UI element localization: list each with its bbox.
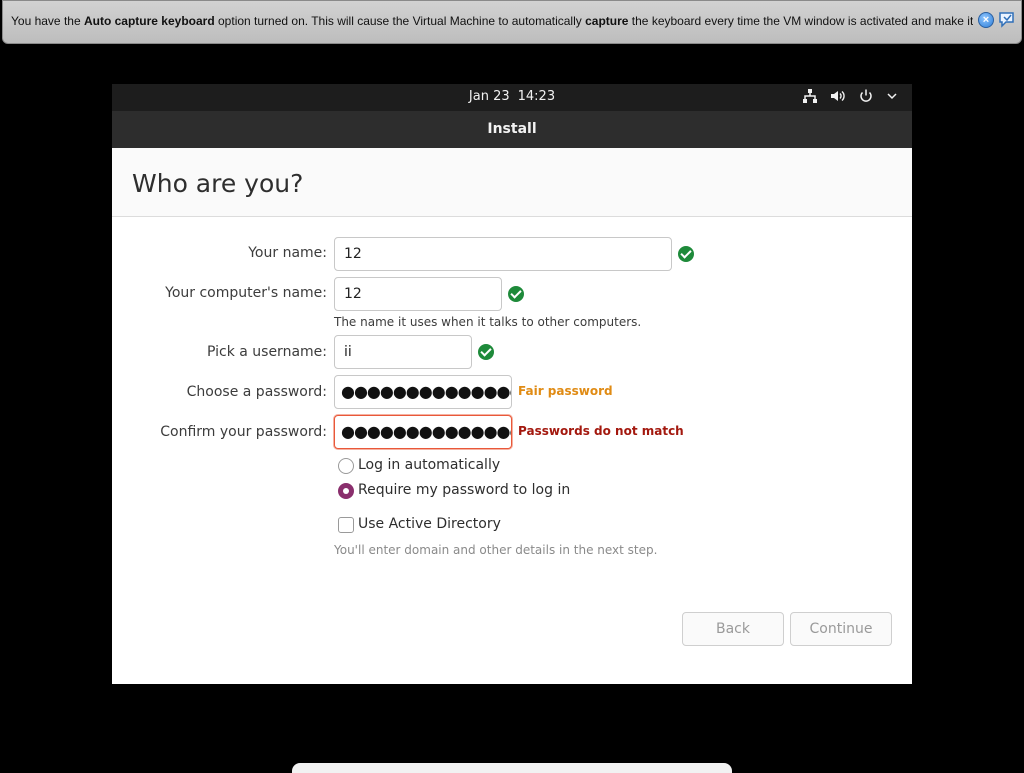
window-title: Install xyxy=(112,111,912,148)
require-password-label[interactable]: Require my password to log in xyxy=(358,482,570,498)
clock[interactable]: Jan 23 14:23 xyxy=(112,89,912,104)
confirm-password-input[interactable]: ●●●●●●●●●●●●●● xyxy=(334,415,512,449)
chevron-down-icon[interactable] xyxy=(886,90,898,102)
active-directory-note: You'll enter domain and other details in… xyxy=(334,543,658,557)
computer-name-label: Your computer's name: xyxy=(165,285,327,301)
continue-button[interactable]: Continue xyxy=(790,612,892,646)
username-valid-check-icon xyxy=(478,344,494,360)
active-directory-label[interactable]: Use Active Directory xyxy=(358,516,501,532)
name-input[interactable]: 12 xyxy=(334,237,672,271)
password-label: Choose a password: xyxy=(186,384,327,400)
name-label: Your name: xyxy=(248,245,327,261)
username-label: Pick a username: xyxy=(206,344,327,360)
notification-text: You have the Auto capture keyboard optio… xyxy=(11,14,973,28)
password-input[interactable]: ●●●●●●●●●●●●●● xyxy=(334,375,512,409)
vm-screen: Jan 23 14:23 Install Who are you? Your na… xyxy=(112,84,912,684)
page-header: Who are you? xyxy=(112,148,912,217)
password-strength: Fair password xyxy=(518,384,613,398)
computer-name-input[interactable]: 12 xyxy=(334,277,502,311)
system-tray[interactable] xyxy=(802,88,898,104)
confirm-password-label: Confirm your password: xyxy=(160,424,327,440)
computer-name-valid-check-icon xyxy=(508,286,524,302)
require-password-radio[interactable] xyxy=(338,483,354,499)
dock-edge xyxy=(292,763,732,773)
notification-seg-1: You have the xyxy=(11,14,84,28)
clock-date: Jan 23 xyxy=(468,89,510,104)
computer-name-hint: The name it uses when it talks to other … xyxy=(334,315,642,329)
power-icon[interactable] xyxy=(858,88,874,104)
back-button[interactable]: Back xyxy=(682,612,784,646)
top-panel: Jan 23 14:23 xyxy=(112,84,912,111)
clock-time: 14:23 xyxy=(517,89,556,104)
vm-notification-bar: You have the Auto capture keyboard optio… xyxy=(2,0,1022,44)
close-icon[interactable]: × xyxy=(978,12,994,28)
username-input[interactable]: ii xyxy=(334,335,472,369)
password-mismatch-error: Passwords do not match xyxy=(518,424,684,438)
active-directory-checkbox[interactable] xyxy=(338,517,354,533)
notification-seg-2: Auto capture keyboard xyxy=(83,14,215,28)
log-in-automatically-radio[interactable] xyxy=(338,458,354,474)
page-title: Who are you? xyxy=(132,169,304,198)
notification-seg-4: capture xyxy=(585,14,629,28)
volume-icon[interactable] xyxy=(830,88,846,104)
speech-bubble-icon[interactable] xyxy=(998,11,1016,29)
network-icon[interactable] xyxy=(802,88,818,104)
notification-seg-5: the keyboard every time the VM window is… xyxy=(631,14,973,28)
name-valid-check-icon xyxy=(678,246,694,262)
log-in-automatically-label[interactable]: Log in automatically xyxy=(358,457,500,473)
notification-seg-3: option turned on. This will cause the Vi… xyxy=(214,14,586,28)
